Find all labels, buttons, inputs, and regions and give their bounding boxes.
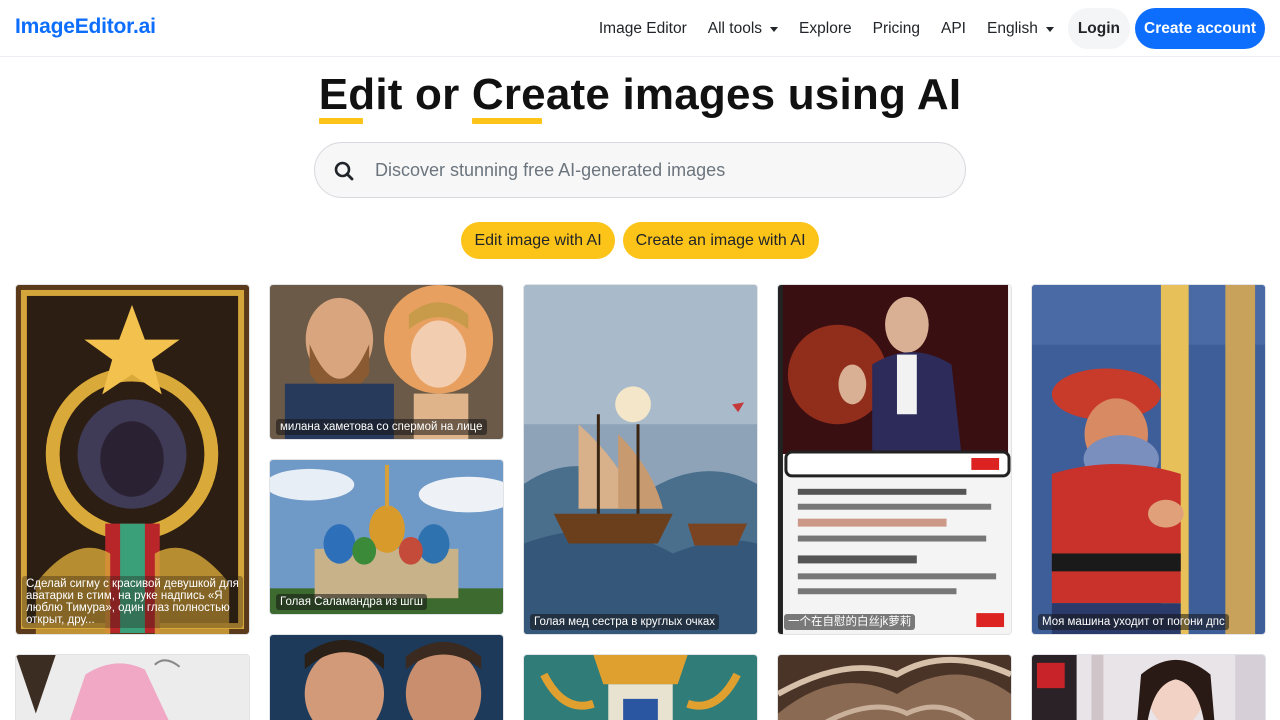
- gallery-image: [1032, 285, 1265, 634]
- nav-pricing-label: Pricing: [872, 19, 920, 37]
- image-caption: Голая мед сестра в круглых очках: [530, 614, 720, 630]
- gallery-card[interactable]: [523, 654, 758, 720]
- nav-api[interactable]: API: [941, 20, 966, 38]
- gallery-image: [1032, 655, 1265, 720]
- title-rest: images using AI: [610, 70, 962, 119]
- gallery-card[interactable]: Сделай сигму с красивой девушкой для ава…: [15, 284, 250, 635]
- nav-explore-label: Explore: [799, 19, 852, 37]
- gallery-card[interactable]: милана хаметова со спермой на лице: [269, 284, 504, 440]
- page-title: Edit or Create images using AI: [0, 70, 1280, 124]
- chevron-down-icon: [1045, 26, 1054, 32]
- login-button[interactable]: Login: [1067, 8, 1131, 49]
- gallery-card[interactable]: Голая мед сестра в круглых очках: [523, 284, 758, 635]
- gallery-image: [270, 285, 503, 439]
- title-word-or: or: [402, 70, 472, 119]
- gallery-card[interactable]: [15, 654, 250, 720]
- gallery-image: [524, 655, 757, 720]
- gallery-image: [16, 655, 249, 720]
- search-icon: [334, 161, 354, 181]
- edit-image-button[interactable]: Edit image with AI: [461, 222, 615, 259]
- image-caption: Голая Саламандра из шгш: [276, 594, 427, 610]
- gallery-image: [524, 285, 757, 634]
- image-caption: 一个在自慰的白丝jk萝莉: [784, 614, 916, 630]
- gallery-image: [270, 635, 503, 720]
- gallery-image: [778, 655, 1011, 720]
- nav-pricing[interactable]: Pricing: [873, 20, 920, 38]
- gallery-card[interactable]: [269, 634, 504, 720]
- nav-all-tools-label: All tools: [707, 19, 763, 37]
- create-account-button[interactable]: Create account: [1135, 8, 1265, 49]
- image-caption: Моя машина уходит от погони дпс: [1038, 614, 1229, 630]
- language-label: English: [986, 19, 1038, 37]
- nav-explore[interactable]: Explore: [799, 20, 852, 38]
- gallery-card[interactable]: 一个在自慰的白丝jk萝莉: [777, 284, 1012, 635]
- search-bar[interactable]: [314, 142, 966, 198]
- nav-api-label: API: [941, 19, 966, 37]
- create-image-button[interactable]: Create an image with AI: [622, 222, 819, 259]
- brand-logo[interactable]: ImageEditor.ai: [15, 15, 156, 39]
- cta-group: Edit image with AI Create an image with …: [0, 222, 1280, 259]
- navbar: ImageEditor.ai Image Editor All tools Ex…: [0, 0, 1280, 57]
- title-word-create: Create: [471, 70, 611, 124]
- gallery-card[interactable]: [777, 654, 1012, 720]
- nav-image-editor-label: Image Editor: [598, 19, 687, 37]
- nav-menu: Image Editor All tools Explore Pricing A…: [578, 8, 1265, 49]
- nav-image-editor[interactable]: Image Editor: [599, 20, 687, 38]
- image-caption: Сделай сигму с красивой девушкой для ава…: [22, 576, 243, 628]
- image-caption: милана хаметова со спермой на лице: [276, 419, 487, 435]
- chevron-down-icon: [770, 26, 779, 32]
- gallery-card[interactable]: Голая Саламандра из шгш: [269, 459, 504, 615]
- gallery-image: [778, 285, 1011, 634]
- gallery-image: [270, 460, 503, 614]
- gallery-card[interactable]: [1031, 654, 1266, 720]
- gallery-card[interactable]: Моя машина уходит от погони дпс: [1031, 284, 1266, 635]
- title-word-edit: Edit: [318, 70, 403, 124]
- nav-all-tools[interactable]: All tools: [707, 19, 779, 38]
- language-dropdown[interactable]: English: [987, 20, 1054, 38]
- search-input[interactable]: [375, 144, 945, 196]
